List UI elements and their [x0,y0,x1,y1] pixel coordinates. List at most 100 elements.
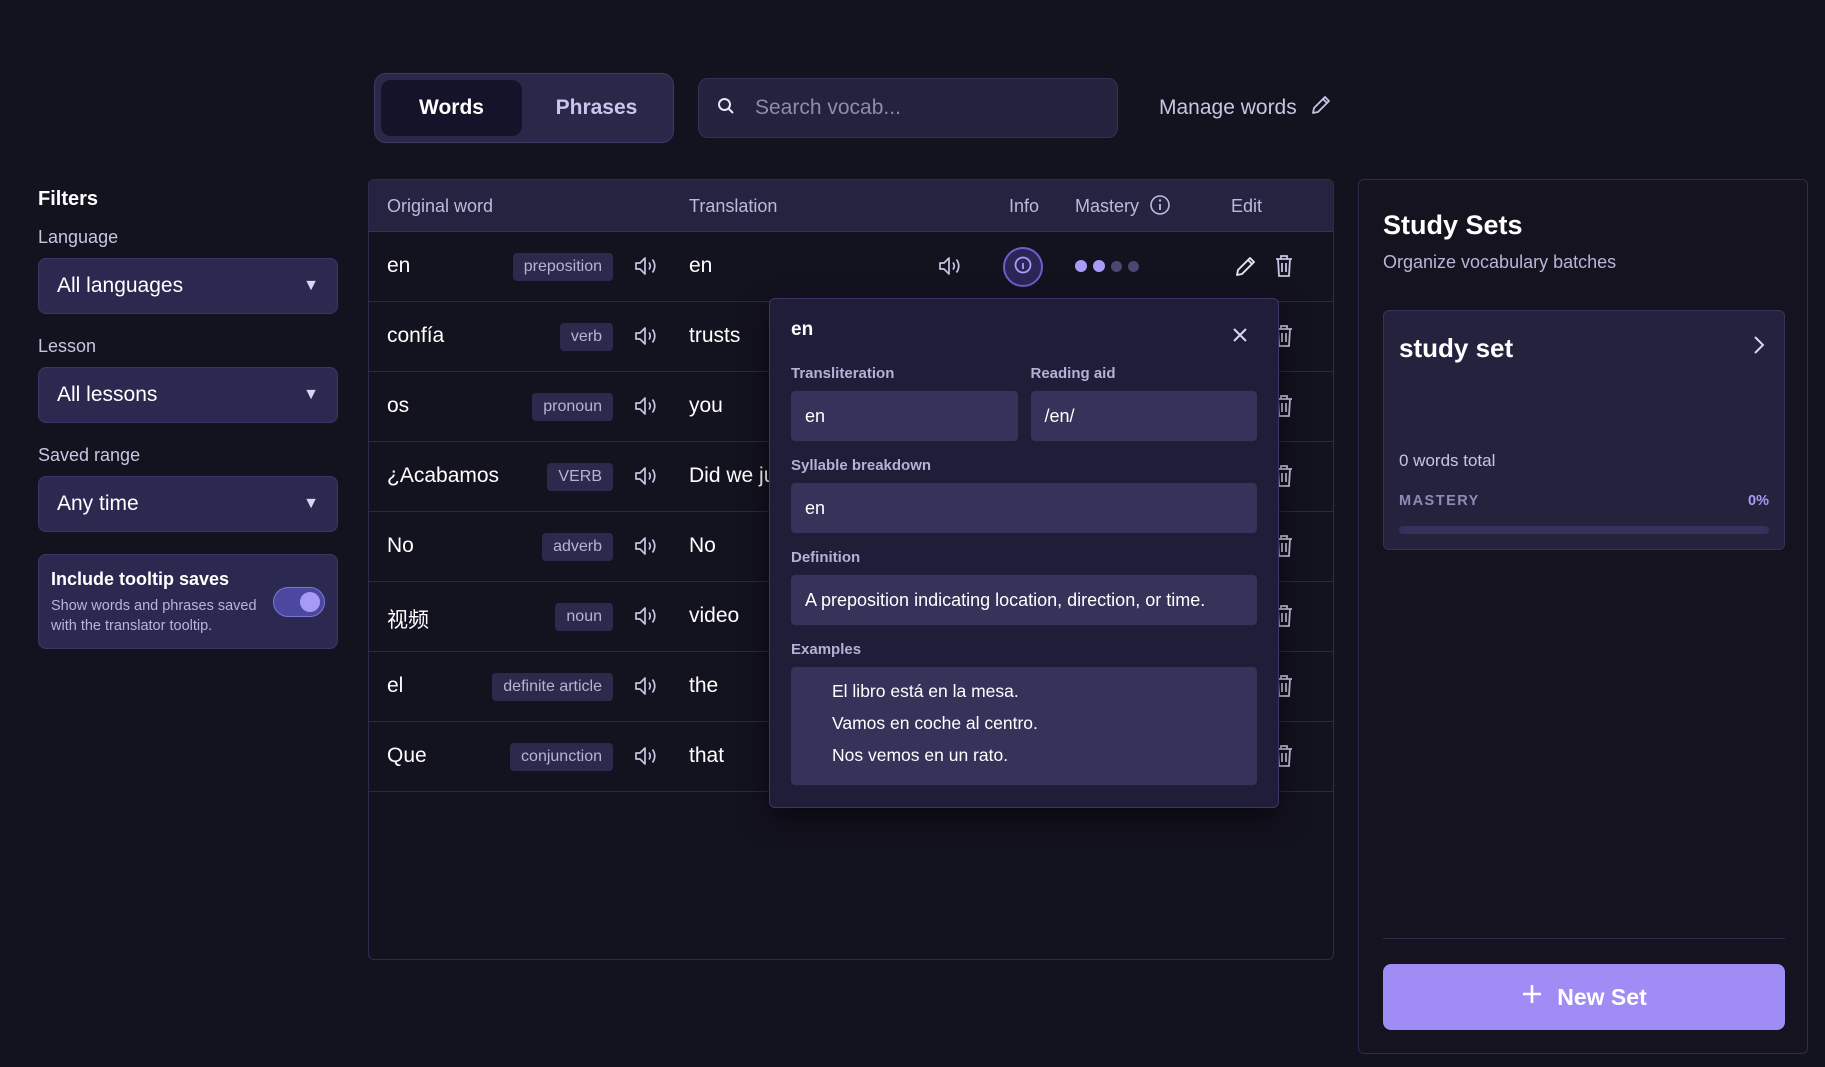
speaker-icon[interactable] [633,744,659,773]
mastery-dot [1075,260,1087,272]
original-word: No [387,534,414,557]
example-item: El libro está en la mesa. [832,681,1019,701]
table-header: Original word Translation Info Mastery E… [369,180,1333,232]
lesson-value: All lessons [57,383,158,406]
language-select[interactable]: All languages ▼ [38,258,338,314]
speaker-icon[interactable] [633,394,659,423]
reading-aid-label: Reading aid [1030,365,1116,382]
study-set-name: study set [1399,333,1514,363]
saved-range-select[interactable]: Any time ▼ [38,476,338,532]
mastery-dot [1128,260,1139,272]
part-of-speech-badge: adverb [542,533,613,561]
new-set-button[interactable]: New Set [1383,964,1785,1030]
header-edit: Edit [1231,196,1263,216]
part-of-speech-badge: noun [555,603,613,631]
tab-phrases[interactable]: Phrases [526,80,667,136]
syllable-field: en [791,483,1257,533]
word-info-popover: en Transliteration en Reading aid /en/ S… [769,298,1279,808]
mastery-dot [1093,260,1105,272]
transliteration-field: en [791,391,1018,441]
translation: you [689,394,723,417]
original-word: en [387,254,411,277]
example-item: Vamos en coche al centro. [832,713,1038,733]
study-sets-title: Study Sets [1383,210,1523,240]
table-row: en preposition en [369,232,1333,302]
original-word: 视频 [387,609,429,632]
definition-label: Definition [791,549,861,566]
header-mastery: Mastery [1075,196,1140,216]
saved-range-value: Any time [57,492,139,515]
study-sets-subtitle: Organize vocabulary batches [1383,252,1617,272]
speaker-icon[interactable] [633,604,659,633]
part-of-speech-badge: pronoun [532,393,613,421]
translation: Did we ju [689,464,776,487]
caret-down-icon: ▼ [303,495,319,512]
search-box[interactable] [698,78,1118,138]
translation: No [689,534,716,557]
trash-icon[interactable] [1272,253,1296,284]
part-of-speech-badge: preposition [512,253,613,281]
study-sets-panel: Study Sets Organize vocabulary batches s… [1358,179,1808,1054]
study-set-count: 0 words total [1399,451,1496,470]
translation: en [689,254,713,277]
example-item: Nos vemos en un rato. [832,745,1009,765]
mastery-progress-bar [1399,526,1769,534]
original-word: ¿Acabamos [387,464,500,487]
part-of-speech-badge: conjunction [510,743,613,771]
mastery-percent: 0% [1748,493,1769,509]
translation: video [689,604,740,627]
close-icon[interactable] [1232,327,1248,348]
toggle-knob [300,592,320,612]
examples-list: El libro está en la mesa. Vamos en coche… [791,667,1257,785]
translation: trusts [689,324,741,347]
translation: the [689,674,719,697]
caret-down-icon: ▼ [303,277,319,294]
syllable-label: Syllable breakdown [791,457,932,474]
part-of-speech-badge: definite article [492,673,613,701]
view-tabs: Words Phrases [374,73,674,143]
original-word: os [387,394,410,417]
search-input[interactable] [753,95,1093,121]
lesson-label: Lesson [38,336,97,356]
mastery-dots [1075,260,1139,272]
speaker-icon[interactable] [937,254,963,283]
mastery-dot [1111,260,1122,272]
lesson-select[interactable]: All lessons ▼ [38,367,338,423]
original-word: el [387,674,404,697]
manage-words-label: Manage words [1159,96,1297,119]
examples-label: Examples [791,641,862,658]
caret-down-icon: ▼ [303,386,319,403]
original-word: Que [387,744,427,767]
chevron-right-icon[interactable] [1752,335,1766,360]
speaker-icon[interactable] [633,254,659,283]
speaker-icon[interactable] [633,464,659,493]
study-set-card[interactable]: study set 0 words total MASTERY 0% [1383,310,1785,550]
tooltip-saves-desc: Show words and phrases saved with the tr… [51,598,257,634]
speaker-icon[interactable] [633,534,659,563]
part-of-speech-badge: VERB [547,463,613,491]
info-circle-icon[interactable] [1149,194,1171,221]
info-icon [1012,254,1034,281]
reading-aid-field: /en/ [1030,391,1257,441]
mastery-label: MASTERY [1399,493,1480,509]
speaker-icon[interactable] [633,324,659,353]
edit-icon[interactable] [1233,253,1259,284]
language-value: All languages [57,274,184,297]
search-icon [717,97,735,120]
manage-words-button[interactable]: Manage words [1159,90,1333,126]
transliteration-label: Transliteration [791,365,895,382]
info-button[interactable] [1003,247,1043,287]
part-of-speech-badge: verb [559,323,613,351]
speaker-icon[interactable] [633,674,659,703]
filters-title: Filters [38,188,99,210]
popover-title: en [791,319,814,340]
tab-words[interactable]: Words [381,80,522,136]
divider [1383,938,1785,939]
header-original: Original word [387,196,494,216]
tooltip-saves-card: Include tooltip saves Show words and phr… [38,554,338,649]
saved-range-label: Saved range [38,445,141,465]
header-info: Info [1009,196,1040,216]
tooltip-saves-toggle[interactable] [273,587,325,617]
original-word: confía [387,324,445,347]
language-label: Language [38,227,119,247]
